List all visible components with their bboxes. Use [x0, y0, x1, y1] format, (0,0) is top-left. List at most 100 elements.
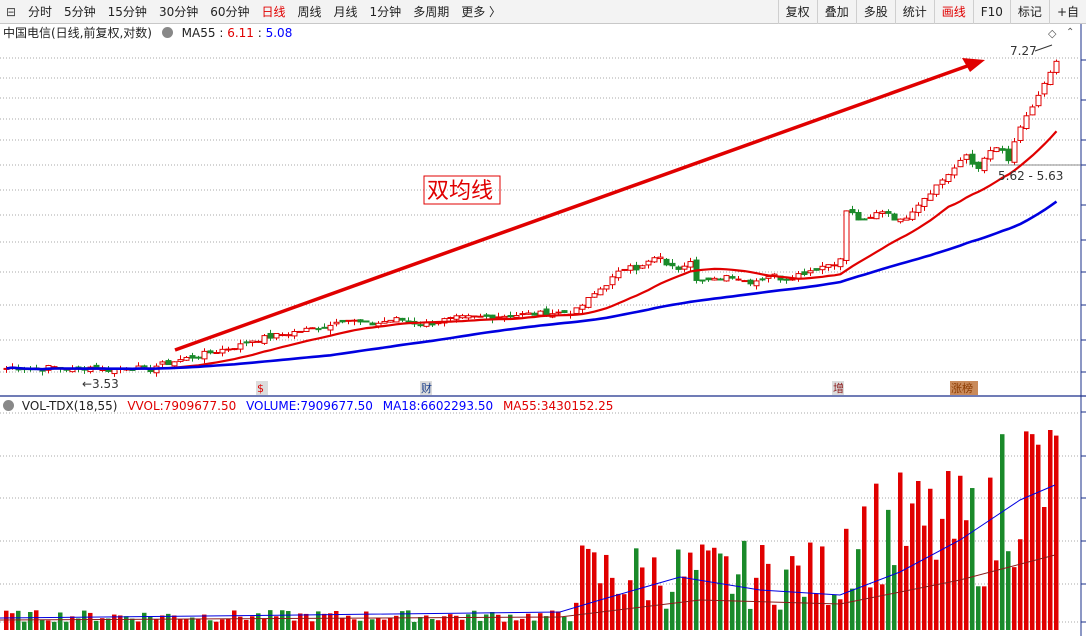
volume-bar — [388, 618, 393, 630]
tab-60min[interactable]: 60分钟 — [204, 0, 255, 24]
candle-body — [297, 330, 304, 333]
volume-bar — [466, 614, 471, 630]
candle-body — [81, 367, 88, 371]
volume-bar — [952, 538, 957, 630]
volume-bar — [1000, 434, 1005, 630]
candlesticks — [3, 59, 1060, 377]
candle-body — [615, 270, 622, 279]
range-price-label: 5.62 - 5.63 — [998, 169, 1063, 183]
volume-bar — [646, 600, 651, 630]
diamond-icon[interactable]: ◇ — [1048, 27, 1056, 40]
candle-body — [417, 324, 424, 327]
volume-bar — [820, 546, 825, 630]
volume-bar — [226, 618, 231, 630]
volume-bars — [0, 430, 1059, 630]
gear-icon[interactable] — [161, 27, 173, 38]
candle-body — [75, 366, 82, 369]
volume-bar — [172, 615, 177, 630]
volume-bar — [52, 621, 57, 630]
candle-body — [579, 304, 586, 310]
kline-chart[interactable]: 双均线 7.27 ←3.53 5.62 - 5.63 $ 财 增 涨榜 — [0, 0, 1086, 636]
candle-body — [261, 335, 268, 344]
volume-bar — [40, 619, 45, 630]
tab-monthly[interactable]: 月线 — [328, 0, 364, 24]
candle-body — [765, 276, 772, 279]
volume-bar — [136, 621, 141, 630]
tab-1min[interactable]: 1分钟 — [364, 0, 408, 24]
candle-body — [477, 315, 484, 318]
volume-ma55-line — [0, 554, 1056, 621]
statistics-button[interactable]: 统计 — [894, 0, 934, 24]
volume-bar — [280, 610, 285, 630]
volume-bar — [370, 619, 375, 630]
tab-multi-period[interactable]: 多周期 — [407, 0, 455, 24]
volume-bar — [892, 565, 897, 630]
volume-bar — [10, 613, 15, 630]
volume-bar — [358, 620, 363, 630]
candle-body — [369, 322, 376, 326]
candle-body — [327, 324, 334, 331]
volume-bar — [652, 557, 657, 630]
volume-bar — [298, 613, 303, 630]
volume-bar — [46, 620, 51, 630]
candle-body — [507, 315, 514, 318]
candle-body — [381, 320, 388, 324]
scroll-up-icon[interactable]: ⌃ — [1066, 27, 1074, 38]
event-marker-bg — [256, 381, 268, 395]
volume-bar — [706, 550, 711, 630]
volume-bar — [94, 620, 99, 630]
candle-body — [897, 218, 904, 223]
volume-bar — [562, 616, 567, 630]
draw-line-button[interactable]: 画线 — [933, 0, 973, 24]
volume-bar — [448, 614, 453, 630]
candle-body — [789, 278, 796, 281]
tab-daily[interactable]: 日线 — [256, 0, 292, 24]
volume-bar — [874, 483, 879, 630]
candle-body — [855, 211, 862, 221]
candle-body — [87, 366, 94, 373]
tab-more[interactable]: 更多 〉 — [455, 0, 507, 24]
restore-rights-button[interactable]: 复权 — [777, 0, 817, 24]
volume-bar — [106, 618, 111, 630]
candle-body — [459, 315, 466, 319]
candle-body — [591, 293, 598, 298]
volume-bar — [898, 472, 903, 630]
candle-body — [1005, 148, 1012, 162]
candle-body — [453, 315, 460, 320]
volume-bar — [556, 611, 561, 630]
candle-body — [837, 258, 844, 268]
candle-body — [939, 179, 946, 185]
multi-stock-button[interactable]: 多股 — [855, 0, 895, 24]
mark-button[interactable]: 标记 — [1009, 0, 1049, 24]
f10-button[interactable]: F10 — [972, 0, 1010, 24]
tab-30min[interactable]: 30分钟 — [153, 0, 204, 24]
candle-body — [681, 265, 688, 270]
tab-weekly[interactable]: 周线 — [292, 0, 328, 24]
volume-bar — [784, 569, 789, 630]
gear-icon[interactable] — [3, 400, 14, 411]
volume-bar — [454, 615, 459, 630]
tab-15min[interactable]: 15分钟 — [102, 0, 153, 24]
candle-body — [423, 322, 430, 327]
event-marker-bg — [420, 381, 432, 395]
volume-bar — [568, 621, 573, 630]
tab-5min[interactable]: 5分钟 — [58, 0, 102, 24]
overlay-button[interactable]: 叠加 — [816, 0, 856, 24]
collapse-icon[interactable]: ⊟ — [0, 0, 22, 24]
volume-bar — [268, 610, 273, 630]
event-marker-label: 增 — [833, 381, 844, 395]
candle-body — [933, 184, 940, 195]
candle-body — [903, 217, 910, 221]
candle-body — [651, 257, 658, 263]
tab-fenshi[interactable]: 分时 — [22, 0, 58, 24]
candle-body — [975, 161, 982, 169]
candle-body — [435, 322, 442, 325]
candle-body — [9, 366, 16, 369]
add-self-select-button[interactable]: +自 — [1048, 0, 1086, 24]
volume-bar — [76, 618, 81, 630]
candle-body — [1011, 141, 1018, 163]
volume-bar — [586, 548, 591, 630]
candle-body — [861, 218, 868, 221]
volume-bar — [610, 577, 615, 630]
candle-body — [843, 210, 850, 261]
